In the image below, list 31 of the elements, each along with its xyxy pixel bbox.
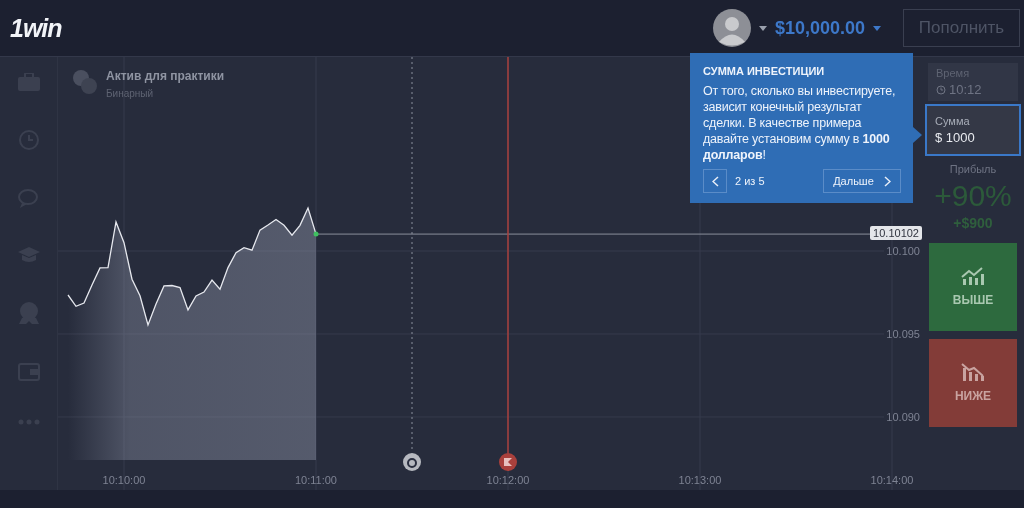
balance-amount[interactable]: $10,000.00 [774,17,865,39]
chevron-left-icon [711,175,719,187]
tooltip-title: СУММА ИНВЕСТИЦИИ [703,65,826,77]
profit-label: Прибыль [949,163,997,175]
current-point [313,231,319,237]
tooltip-text: От того, сколько вы инвестируете, зависит конечный результат сделки. В качестве примера давайте установим сумму в 1000 долларов! [703,83,897,163]
logo[interactable]: 1win [10,13,62,43]
next-button[interactable]: Дальше [823,169,901,193]
lower-button[interactable]: НИЖЕ [929,339,1017,427]
previous-button[interactable] [703,169,727,193]
time-label: 10:14:00 [870,474,914,486]
caret-icon[interactable] [758,25,767,31]
time-label: 10:10:00 [102,474,146,486]
step-counter: 2 из 5 [735,175,765,187]
price-label: 10.095 [886,328,920,340]
chevron-right-icon [883,175,891,187]
price-label: 10.090 [886,411,920,423]
caret-icon[interactable] [873,25,881,31]
asset-name[interactable]: Актив для практики [106,69,225,83]
rising-chart-icon [961,267,985,285]
current-price-badge: 10.10102 [870,226,922,241]
price-label: 10.100 [886,245,920,257]
clock-icon [936,84,946,95]
amount-field[interactable]: Сумма $ 1000 [925,104,1021,156]
time-label: 10:13:00 [678,474,722,486]
higher-button[interactable]: ВЫШЕ [929,243,1017,331]
time-label: 10:11:00 [295,474,337,486]
time-label: 10:12:00 [486,474,530,486]
asset-icon [72,69,98,95]
avatar-icon[interactable] [712,9,751,47]
falling-chart-icon [961,363,985,381]
